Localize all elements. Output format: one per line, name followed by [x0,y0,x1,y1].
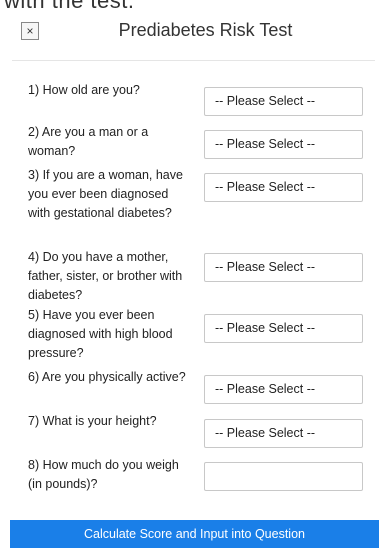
question-6-select[interactable]: -- Please Select -- [204,375,363,404]
question-2-label: 2) Are you a man or a woman? [28,125,149,158]
weight-input[interactable] [204,462,363,491]
question-1-select[interactable]: -- Please Select -- [204,87,363,116]
question-2-select[interactable]: -- Please Select -- [204,130,363,159]
dialog-title: Prediabetes Risk Test [118,20,293,40]
question-4-label: 4) Do you have a mother, father, sister,… [28,250,183,302]
question-3-select[interactable]: -- Please Select -- [204,173,363,202]
question-8-label: 8) How much do you weigh (in pounds)? [28,458,179,491]
calculate-score-button[interactable]: Calculate Score and Input into Question [10,520,379,548]
question-7-label: 7) What is your height? [28,414,157,428]
question-7-select[interactable]: -- Please Select -- [204,419,363,448]
question-3-label: 3) If you are a woman, have you ever bee… [28,168,183,220]
question-5-label: 5) Have you ever been diagnosed with hig… [28,308,173,360]
question-4-select[interactable]: -- Please Select -- [204,253,363,282]
question-6-label: 6) Are you physically active? [28,370,186,384]
question-1-label: 1) How old are you? [28,83,140,97]
question-5-select[interactable]: -- Please Select -- [204,314,363,343]
header-divider [12,60,375,61]
dialog-header: × Prediabetes Risk Test [0,12,379,62]
